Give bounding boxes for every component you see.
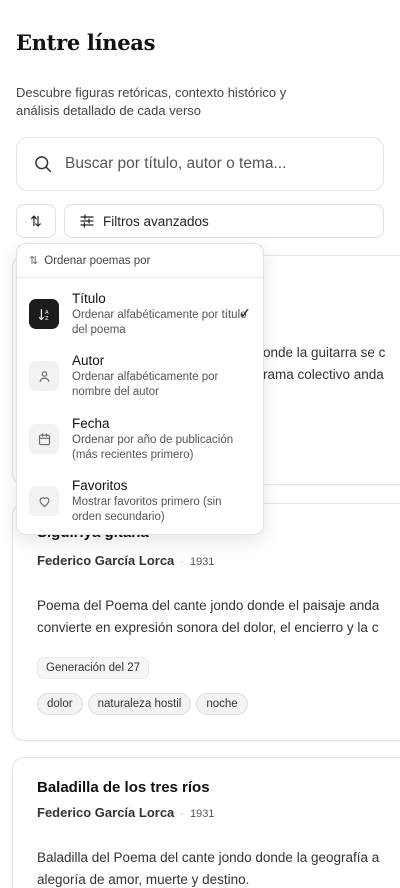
sort-arrows-icon: ⇅ xyxy=(30,212,42,229)
poem-description: Baladilla del Poema del cante jondo dond… xyxy=(37,850,380,887)
generation-badge: Generación del 27 xyxy=(37,657,149,679)
calendar-icon xyxy=(29,424,59,454)
poem-year: 1931 xyxy=(189,808,215,820)
sort-button[interactable]: ⇅ xyxy=(16,204,56,238)
sort-option-label: Fecha xyxy=(72,416,110,431)
poem-author[interactable]: Federico García Lorca xyxy=(37,805,174,820)
poem-title: Baladilla de los tres ríos xyxy=(37,779,210,796)
tag-chip[interactable]: naturaleza hostil xyxy=(87,693,192,715)
poem-author[interactable]: Federico García Lorca xyxy=(37,553,174,568)
tag-chip[interactable]: noche xyxy=(196,693,248,715)
poem-description: Poema del Poema del cante jondo donde el… xyxy=(37,598,380,635)
sort-option-author[interactable]: Autor Ordenar alfabéticamente por nombre… xyxy=(17,353,265,411)
sort-option-label: Autor xyxy=(72,353,105,368)
user-icon xyxy=(29,361,59,391)
svg-text:A: A xyxy=(45,309,49,315)
svg-text:Z: Z xyxy=(45,316,49,322)
sort-dropdown-header: ⇅ Ordenar poemas por xyxy=(17,244,263,278)
filters-label: Filtros avanzados xyxy=(103,213,209,229)
sort-option-date[interactable]: Fecha Ordenar por año de publicación (má… xyxy=(17,416,265,474)
poem-meta: Federico García Lorca · 1931 xyxy=(37,805,215,820)
advanced-filters-button[interactable]: Filtros avanzados xyxy=(64,204,384,238)
sort-option-description: Ordenar alfabéticamente por título del p… xyxy=(72,309,247,336)
sort-option-description: Mostrar favoritos primero (sin orden sec… xyxy=(72,496,222,523)
sliders-icon xyxy=(80,214,94,228)
poem-year: 1931 xyxy=(189,556,215,568)
poem-card[interactable]: Siguiriya gitana Federico García Lorca·1… xyxy=(12,503,400,741)
sort-option-title[interactable]: AZ Título Ordenar alfabéticamente por tí… xyxy=(17,291,265,349)
heart-icon xyxy=(29,486,59,516)
sort-option-description: Ordenar alfabéticamente por nombre del a… xyxy=(72,371,219,398)
sort-option-description: Ordenar por año de publicación (más reci… xyxy=(72,434,234,461)
tag-list: dolor naturaleza hostil noche xyxy=(37,693,248,715)
search-icon xyxy=(35,156,52,173)
sort-option-favorites[interactable]: Favoritos Mostrar favoritos primero (sin… xyxy=(17,478,265,536)
sort-alpha-icon: AZ xyxy=(29,299,59,329)
sort-arrows-icon: ⇅ xyxy=(29,255,39,267)
poem-description: onde la guitarra se c rama colectivo and… xyxy=(263,345,386,382)
search-bar[interactable] xyxy=(16,137,384,191)
check-icon: ✓ xyxy=(239,305,251,321)
tag-chip[interactable]: dolor xyxy=(37,693,83,715)
sort-option-label: Título xyxy=(72,291,106,306)
sort-dropdown: ⇅ Ordenar poemas por AZ Título Ordenar a… xyxy=(16,243,264,535)
search-input[interactable] xyxy=(65,155,365,173)
sort-option-label: Favoritos xyxy=(72,478,128,493)
poem-meta: Federico García Lorca · 1931 xyxy=(37,553,215,568)
app-subtitle: Descubre figuras retóricas, contexto his… xyxy=(16,85,287,118)
poem-card[interactable]: Baladilla de los tres ríos Federico Garc… xyxy=(12,757,400,888)
app-title: Entre líneas xyxy=(16,30,156,55)
